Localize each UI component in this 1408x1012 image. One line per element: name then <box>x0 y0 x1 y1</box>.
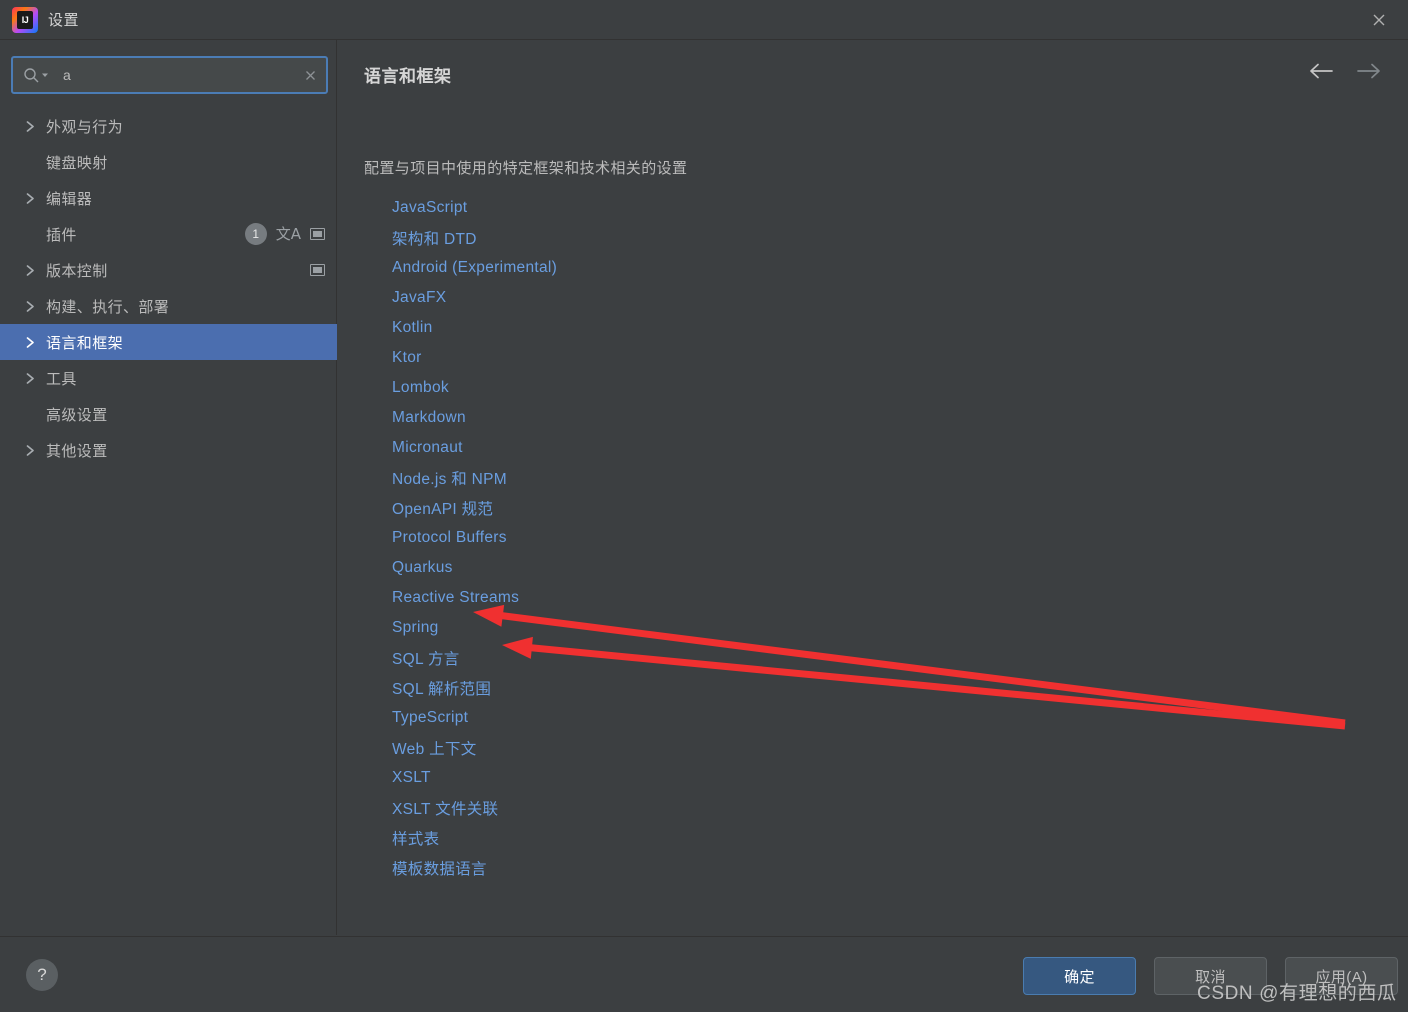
sidebar-item-5[interactable]: 构建、执行、部署 <box>0 288 337 324</box>
title-bar-left: IJ 设置 <box>0 6 80 33</box>
framework-link-11[interactable]: Protocol Buffers <box>392 523 507 553</box>
sidebar-item-label: 其他设置 <box>46 442 108 460</box>
sidebar-item-label: 插件 <box>46 226 77 244</box>
sidebar-item-indicators: 1 文A <box>244 216 325 252</box>
chevron-right-icon[interactable] <box>22 120 38 133</box>
framework-link-6[interactable]: Lombok <box>392 373 449 403</box>
watermark: CSDN @有理想的西瓜 <box>1197 983 1397 1004</box>
search-icon[interactable] <box>23 66 49 84</box>
page-title: 语言和框架 <box>364 67 452 86</box>
sidebar-item-0[interactable]: 外观与行为 <box>0 108 337 144</box>
sidebar-item-label: 编辑器 <box>46 190 93 208</box>
sidebar-item-6[interactable]: 语言和框架 <box>0 324 337 360</box>
framework-link-14[interactable]: Spring <box>392 613 439 643</box>
sidebar-item-label: 外观与行为 <box>46 118 124 136</box>
framework-link-18[interactable]: Web 上下文 <box>392 733 477 763</box>
sidebar-item-9[interactable]: 其他设置 <box>0 432 337 468</box>
framework-link-13[interactable]: Reactive Streams <box>392 583 519 613</box>
chevron-right-icon[interactable] <box>22 444 38 457</box>
search-input[interactable] <box>55 66 297 84</box>
framework-link-15[interactable]: SQL 方言 <box>392 643 460 673</box>
chevron-right-icon[interactable] <box>22 300 38 313</box>
window-title: 设置 <box>48 12 80 29</box>
framework-link-1[interactable]: 架构和 DTD <box>392 223 477 253</box>
sidebar-item-indicators <box>310 252 325 288</box>
framework-link-12[interactable]: Quarkus <box>392 553 453 583</box>
sidebar-item-label: 语言和框架 <box>46 334 124 352</box>
sidebar-item-3[interactable]: 插件 1 文A <box>0 216 337 252</box>
page-description: 配置与项目中使用的特定框架和技术相关的设置 <box>364 160 688 177</box>
framework-link-9[interactable]: Node.js 和 NPM <box>392 463 507 493</box>
framework-link-7[interactable]: Markdown <box>392 403 466 433</box>
framework-link-22[interactable]: 模板数据语言 <box>392 853 487 883</box>
sidebar-item-label: 高级设置 <box>46 406 108 424</box>
window-icon[interactable] <box>310 264 325 276</box>
translate-icon[interactable]: 文A <box>276 226 301 242</box>
settings-sidebar: 外观与行为键盘映射编辑器插件 1 文A 版本控制构建、执行、部署语言和框架工具高级设置… <box>0 40 337 935</box>
framework-link-8[interactable]: Micronaut <box>392 433 463 463</box>
ok-button[interactable]: 确定 <box>1023 957 1136 995</box>
settings-dialog: IJ 设置 a 外观与行为 键盘映射 编辑器 插件 1 文A 版本控制 构建、执… <box>0 0 1408 1012</box>
intellij-idea-logo-icon: IJ <box>12 6 38 33</box>
settings-tree: 外观与行为键盘映射编辑器插件 1 文A 版本控制构建、执行、部署 语言和框架工具高级设置… <box>0 108 337 468</box>
chevron-right-icon[interactable] <box>22 336 38 349</box>
arrow-left-icon[interactable] <box>1308 62 1334 80</box>
framework-link-17[interactable]: TypeScript <box>392 703 468 733</box>
sidebar-item-1[interactable]: 键盘映射 <box>0 144 337 180</box>
sidebar-item-8[interactable]: 高级设置 <box>0 396 337 432</box>
search-field-wrapper <box>11 56 328 94</box>
chevron-right-icon[interactable] <box>22 192 38 205</box>
chevron-down-icon[interactable] <box>41 66 49 84</box>
close-icon[interactable] <box>1350 0 1408 40</box>
framework-link-19[interactable]: XSLT <box>392 763 431 793</box>
sidebar-item-label: 版本控制 <box>46 262 108 280</box>
sidebar-item-label: 工具 <box>46 370 77 388</box>
chevron-right-icon[interactable] <box>22 372 38 385</box>
title-bar: IJ 设置 <box>0 0 1408 40</box>
framework-link-3[interactable]: JavaFX <box>392 283 446 313</box>
update-count-badge[interactable]: 1 <box>244 223 267 245</box>
sidebar-item-4[interactable]: 版本控制 <box>0 252 337 288</box>
framework-link-20[interactable]: XSLT 文件关联 <box>392 793 498 823</box>
window-icon[interactable] <box>310 228 325 240</box>
framework-link-0[interactable]: JavaScript <box>392 193 467 223</box>
framework-link-4[interactable]: Kotlin <box>392 313 433 343</box>
framework-link-16[interactable]: SQL 解析范围 <box>392 673 491 703</box>
help-button[interactable]: ? <box>26 959 58 991</box>
settings-main-panel: 语言和框架 配置与项目中使用的特定框架和技术相关的设置 JavaScript 架构… <box>338 40 1408 935</box>
sidebar-item-label: 键盘映射 <box>46 154 108 172</box>
framework-link-2[interactable]: Android (Experimental) <box>392 253 557 283</box>
sidebar-item-7[interactable]: 工具 <box>0 360 337 396</box>
chevron-right-icon[interactable] <box>22 264 38 277</box>
framework-link-10[interactable]: OpenAPI 规范 <box>392 493 493 523</box>
framework-link-21[interactable]: 样式表 <box>392 823 439 853</box>
framework-link-list: JavaScript 架构和 DTD Android (Experimental) J… <box>392 193 557 883</box>
framework-link-5[interactable]: Ktor <box>392 343 422 373</box>
navigation-arrows <box>1308 62 1382 80</box>
arrow-right-icon[interactable] <box>1356 62 1382 80</box>
sidebar-item-label: 构建、执行、部署 <box>46 298 170 316</box>
clear-icon[interactable] <box>303 68 318 83</box>
sidebar-item-2[interactable]: 编辑器 <box>0 180 337 216</box>
search-field[interactable] <box>11 56 328 94</box>
